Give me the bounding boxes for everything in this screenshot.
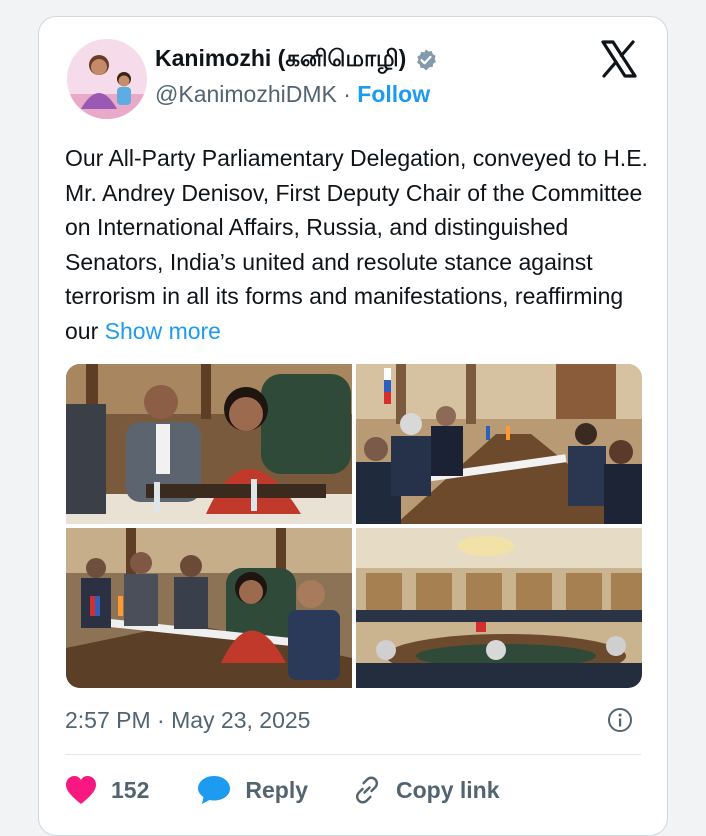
divider [65,754,641,755]
tweet-card: Kanimozhi (கனிமொழி) @KanimozhiDMK · Foll… [38,16,668,836]
copy-link-button[interactable]: Copy link [352,775,500,805]
link-icon [355,776,379,804]
copy-link-label: Copy link [396,776,500,803]
tweet-body: Our All-Party Parliamentary Delegation, … [65,145,648,344]
timestamp[interactable]: 2:57 PM · May 23, 2025 [65,707,310,734]
like-button[interactable]: 152 [65,775,149,805]
photo-1[interactable] [66,364,352,524]
tweet-text: Our All-Party Parliamentary Delegation, … [65,141,655,348]
photo-2[interactable] [356,364,642,524]
follow-button[interactable]: Follow [357,81,430,107]
heart-icon [66,776,96,804]
reply-bubble-icon [198,776,231,804]
author-name-row[interactable]: Kanimozhi (கனிமொழி) [155,45,438,75]
photo-3[interactable] [66,528,352,688]
handle-separator: · [343,81,351,107]
reply-button[interactable]: Reply [197,775,308,805]
reply-label: Reply [245,776,309,803]
info-icon[interactable] [607,707,633,733]
x-logo-icon[interactable] [599,39,639,79]
media-grid[interactable] [66,364,642,688]
author-handle[interactable]: @KanimozhiDMK [155,81,337,107]
show-more-link[interactable]: Show more [105,318,221,344]
author-name[interactable]: Kanimozhi (கனிமொழி) [155,45,406,75]
photo-4[interactable] [356,528,642,688]
handle-row: @KanimozhiDMK · Follow [155,81,430,108]
avatar[interactable] [67,39,147,119]
verified-badge-icon [417,49,437,71]
like-count: 152 [111,776,150,803]
action-bar: 152 Reply Copy link [65,775,500,805]
